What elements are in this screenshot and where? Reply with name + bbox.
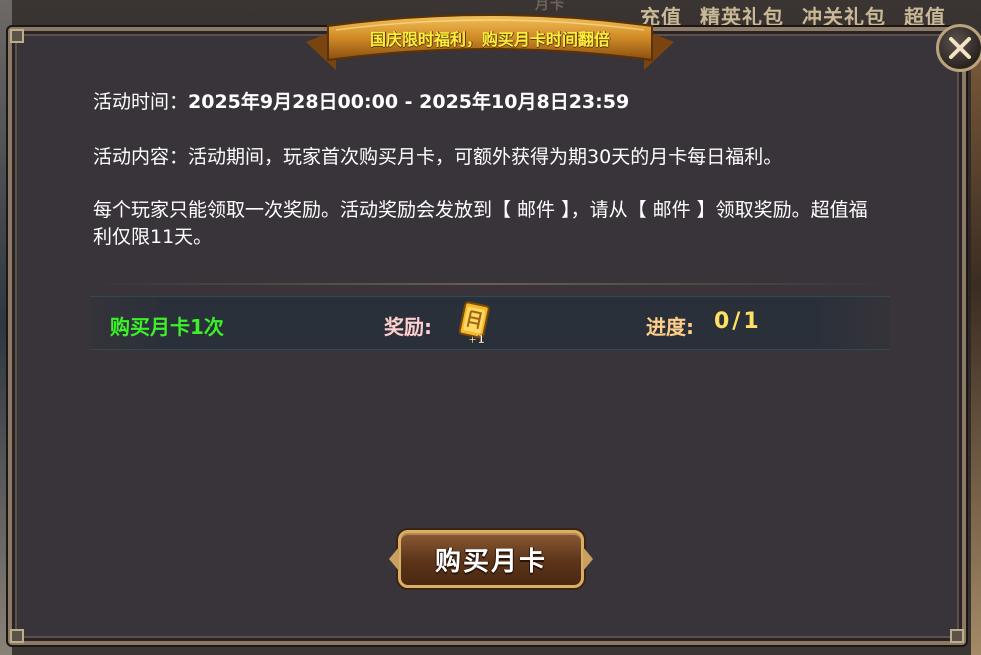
panel-corner-ornament	[10, 629, 24, 643]
close-button[interactable]	[936, 24, 981, 72]
activity-content-line: 活动内容：活动期间，玩家首次购买月卡，可额外获得为期30天的月卡每日福利。	[93, 144, 782, 171]
month-card-ticket-icon[interactable]: +1	[456, 301, 492, 346]
activity-time-value: 2025年9月28日00:00 - 2025年10月8日23:59	[188, 91, 630, 113]
activity-content-value: 活动期间，玩家首次购买月卡，可额外获得为期30天的月卡每日福利。	[188, 146, 783, 168]
background-scene-right-edge	[971, 40, 981, 655]
top-tab-bar: 月卡 充值 精英礼包 冲关礼包 超值	[535, 0, 981, 30]
progress-label: 进度:	[646, 315, 694, 339]
tab-elite-pack[interactable]: 精英礼包	[700, 1, 784, 30]
panel-corner-ornament	[950, 629, 964, 643]
activity-time-line: 活动时间：2025年9月28日00:00 - 2025年10月8日23:59	[93, 89, 629, 116]
task-name: 购买月卡1次	[110, 315, 224, 339]
title-ribbon: 国庆限时福利，购买月卡时间翻倍	[306, 8, 674, 76]
activity-time-label: 活动时间：	[93, 91, 189, 113]
reward-count: +1	[468, 333, 485, 345]
panel-corner-ornament	[10, 29, 24, 43]
tab-level-pack[interactable]: 冲关礼包	[802, 1, 886, 30]
activity-content-label: 活动内容：	[93, 146, 189, 168]
activity-note: 每个玩家只能领取一次奖励。活动奖励会发放到【 邮件 】，请从【 邮件 】领取奖励…	[93, 199, 868, 248]
close-icon	[949, 37, 971, 59]
buy-month-card-label: 购买月卡	[434, 546, 547, 577]
tab-super-value[interactable]: 超值	[904, 1, 946, 30]
task-row: 购买月卡1次 奖励: +1 进度: 0/1	[90, 296, 890, 350]
reward-label: 奖励:	[384, 315, 432, 339]
progress-value: 0/1	[714, 309, 762, 334]
section-divider	[90, 283, 890, 285]
ribbon-title: 国庆限时福利，购买月卡时间翻倍	[369, 30, 610, 49]
buy-month-card-button[interactable]: 购买月卡	[389, 530, 584, 588]
